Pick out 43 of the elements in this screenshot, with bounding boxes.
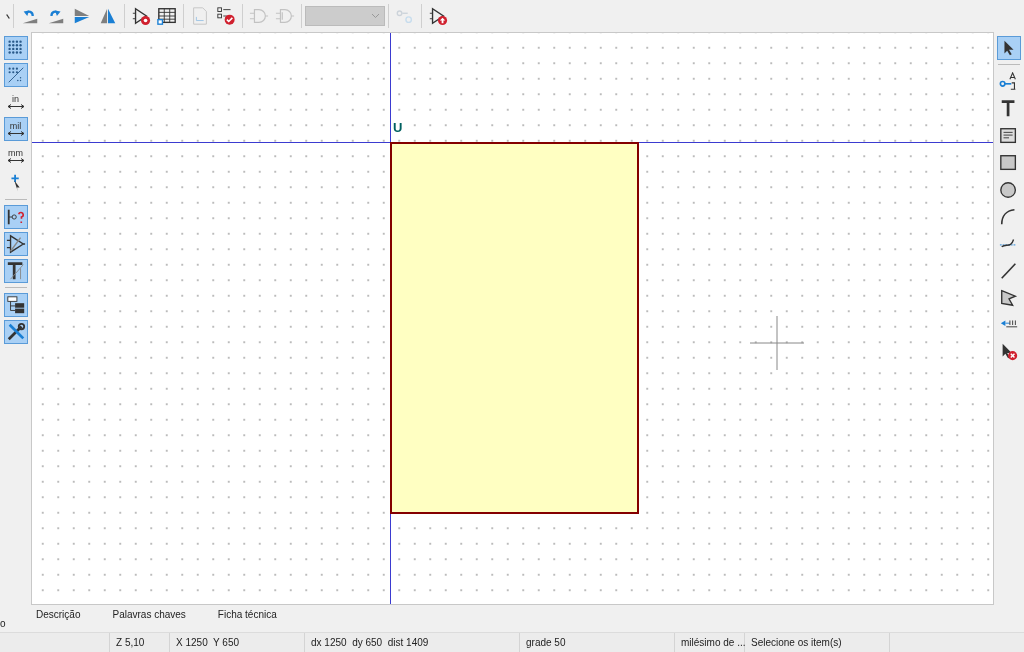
line-icon (999, 260, 1019, 281)
tool-button[interactable] (3, 258, 28, 283)
status-text: X 1250 Y 650 (176, 636, 240, 650)
field-icon (5, 260, 26, 281)
properties-tab[interactable]: Ficha técnica (216, 607, 278, 622)
unit-button[interactable]: mm (3, 143, 28, 168)
circle-icon (999, 179, 1019, 200)
crosshair-cursor (750, 316, 804, 370)
status-text: Z 5,10 (116, 636, 145, 650)
chevron-down-icon (371, 13, 380, 19)
table-icon (157, 6, 177, 26)
unit-button[interactable]: in (3, 89, 28, 114)
symbol-upload-icon (428, 6, 448, 26)
double-arrow-icon (6, 103, 25, 109)
tools-icon (5, 321, 26, 342)
label-fragment: o (0, 619, 6, 629)
polygon-icon (999, 287, 1019, 308)
tool-button[interactable] (3, 319, 28, 344)
hierarchy-icon (5, 294, 26, 315)
double-arrow-icon (6, 130, 25, 136)
status-text: Selecione os item(s) (751, 636, 842, 650)
textbox-icon (999, 125, 1019, 146)
rectangle-icon (999, 152, 1019, 173)
checklist-icon (216, 6, 236, 26)
gate-icon (249, 6, 269, 26)
tool-button[interactable] (3, 292, 28, 317)
properties-tab[interactable]: Palavras chaves (111, 607, 187, 622)
status-text: milésimo de ... (681, 636, 746, 650)
properties-tab[interactable]: Descrição (35, 607, 82, 622)
tool-button[interactable] (3, 204, 28, 229)
double-arrow-icon (6, 157, 25, 163)
pin-symbol-icon (5, 233, 26, 254)
tool-button[interactable] (3, 231, 28, 256)
tool-button[interactable] (3, 35, 28, 60)
reference-label: U (392, 121, 404, 134)
unit-button[interactable]: mil (3, 116, 28, 141)
pin-icon (999, 71, 1019, 92)
status-text: grade 50 (526, 636, 566, 650)
tool-button[interactable] (997, 35, 1021, 60)
document-icon (190, 6, 210, 26)
status-text: dx 1250 dy 650 dist 1409 (311, 636, 429, 650)
symbol-gear-icon (131, 6, 151, 26)
gate-icon (275, 6, 295, 26)
